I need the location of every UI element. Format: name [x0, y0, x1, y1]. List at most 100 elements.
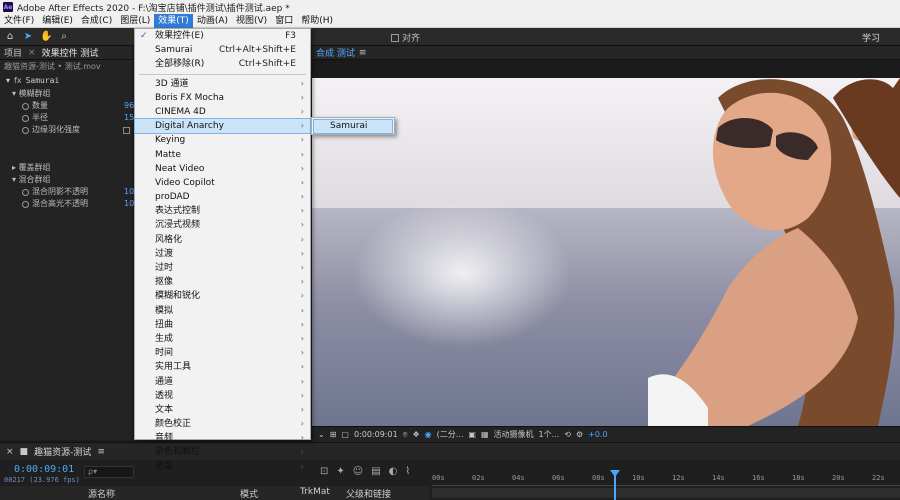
color-channel-icon[interactable]: ◉ [425, 430, 432, 439]
col-trkmat[interactable]: TrkMat [300, 487, 330, 497]
menu-category-item[interactable]: 沉浸式视频 › [135, 218, 310, 232]
composition-viewer[interactable] [312, 78, 900, 426]
home-icon[interactable]: ⌂ [4, 31, 16, 43]
menu-category-item[interactable]: Video Copilot › [135, 176, 310, 190]
param-row[interactable]: 半径 15 [0, 112, 134, 124]
param-value[interactable]: 15 [124, 112, 134, 124]
fast-preview-icon[interactable]: ▣ [468, 430, 476, 439]
param-value[interactable]: 10 [124, 186, 134, 198]
submenu-item-samurai[interactable]: Samurai [313, 119, 393, 134]
menu-item-effect-controls[interactable]: ✓ 效果控件(E) F3 [135, 29, 310, 43]
param-checkbox[interactable] [123, 126, 130, 134]
menu-category-item[interactable]: CINEMA 4D › [135, 105, 310, 119]
show-snapshot-icon[interactable]: ❖ [413, 430, 420, 439]
hand-tool-icon[interactable]: ✋ [40, 31, 52, 43]
menu-category-item[interactable]: 杂色和颗粒 › [135, 445, 310, 459]
menu-category-item[interactable]: Boris FX Mocha › [135, 91, 310, 105]
effect-row-samurai[interactable]: ▾ fx Samurai [0, 74, 132, 88]
graph-editor-icon[interactable]: ⌇ [405, 466, 410, 477]
learn-workspace[interactable]: 学习 [862, 31, 880, 44]
menu-file[interactable]: 文件(F) [0, 14, 38, 28]
menu-category-item[interactable]: 实用工具 › [135, 360, 310, 374]
menu-category-item[interactable]: Digital Anarchy › [134, 118, 311, 135]
param-row[interactable]: 混合阴影不透明 10 [0, 186, 134, 198]
menu-composition[interactable]: 合成(C) [77, 14, 116, 28]
shy-layers-icon[interactable]: ☺ [353, 466, 363, 477]
stopwatch-icon[interactable] [22, 114, 29, 122]
camera-snapshot-icon[interactable]: ⌾ [403, 430, 408, 440]
group-blend[interactable]: ▾ 混合群组 [0, 174, 132, 186]
param-row[interactable]: 边缘羽化强度 [0, 124, 132, 136]
tab-composition[interactable]: 合成 测试 [316, 46, 355, 59]
menu-category-item[interactable]: 通道 › [135, 375, 310, 389]
tab-timeline[interactable]: 趣猫资源-测试 [34, 445, 91, 458]
tab-effect-controls[interactable]: 效果控件 测试 [42, 46, 99, 59]
col-source-name[interactable]: 源名称 [88, 487, 115, 500]
menu-category-item[interactable]: 遮罩 › [135, 460, 310, 474]
menu-item-samurai[interactable]: Samurai Ctrl+Alt+Shift+E [135, 43, 310, 57]
group-blur[interactable]: ▾ 模糊群组 [0, 88, 132, 100]
menu-category-item[interactable]: Keying › [135, 133, 310, 147]
menu-category-item[interactable]: 生成 › [135, 332, 310, 346]
menu-category-item[interactable]: 模拟 › [135, 304, 310, 318]
flowchart-icon[interactable]: ⚙ [576, 430, 583, 439]
work-area-bar[interactable] [432, 488, 900, 498]
snap-toggle[interactable]: 对齐 [391, 31, 420, 44]
col-parent[interactable]: 父级和链接 [346, 487, 391, 500]
current-time-display[interactable]: 0:00:09:01 [354, 430, 398, 439]
menu-layer[interactable]: 图层(L) [116, 14, 154, 28]
menu-category-item[interactable]: 颜色校正 › [135, 417, 310, 431]
menu-category-item[interactable]: 抠像 › [135, 275, 310, 289]
stopwatch-icon[interactable] [22, 126, 29, 134]
close-icon[interactable]: × [6, 447, 14, 457]
toggle-icon[interactable]: ⟲ [564, 430, 571, 439]
stopwatch-icon[interactable] [22, 102, 29, 110]
menu-category-item[interactable]: 过渡 › [135, 247, 310, 261]
exposure-value[interactable]: +0.0 [588, 430, 607, 439]
comp-mini-flowchart-icon[interactable]: ⊡ [320, 466, 328, 477]
time-ruler[interactable]: 00s 02s 04s 06s 08s 10s 12s 14s 16s 18s … [432, 472, 900, 486]
timeline-search-input[interactable]: ρ▾ [84, 466, 134, 478]
menu-effect[interactable]: 效果(T) [154, 13, 193, 28]
menu-edit[interactable]: 编辑(E) [38, 14, 77, 28]
param-row[interactable]: 混合高光不透明 10 [0, 198, 134, 210]
tab-project[interactable]: 项目 [4, 46, 22, 59]
menu-animation[interactable]: 动画(A) [193, 14, 232, 28]
camera-dropdown[interactable]: 活动摄像机 [494, 429, 534, 440]
menu-category-item[interactable]: 表达式控制 › [135, 204, 310, 218]
menu-help[interactable]: 帮助(H) [297, 14, 337, 28]
col-mode[interactable]: 模式 [240, 487, 258, 500]
menu-category-item[interactable]: 扭曲 › [135, 318, 310, 332]
menu-category-item[interactable]: Matte › [135, 148, 310, 162]
param-value[interactable]: 10 [124, 198, 134, 210]
playhead-line[interactable] [614, 472, 616, 500]
panel-menu-icon[interactable]: ≡ [97, 447, 105, 457]
magnification-dropdown[interactable]: ⌄ [318, 430, 325, 439]
param-row[interactable]: 数量 96 [0, 100, 134, 112]
menu-category-item[interactable]: 时间 › [135, 346, 310, 360]
snap-checkbox[interactable] [391, 33, 399, 42]
menu-category-item[interactable]: 风格化 › [135, 233, 310, 247]
stopwatch-icon[interactable] [22, 200, 29, 208]
selection-tool-icon[interactable]: ➤ [22, 31, 34, 43]
region-of-interest-icon[interactable]: ▢ [341, 430, 349, 439]
menu-category-item[interactable]: proDAD › [135, 190, 310, 204]
menu-view[interactable]: 视图(V) [232, 14, 271, 28]
timeline-current-time[interactable]: 0:00:09:01 [14, 464, 74, 475]
chevron-down-icon[interactable]: ▾ [6, 74, 10, 88]
group-overlay[interactable]: ▸ 覆盖群组 [0, 162, 132, 174]
menu-category-item[interactable]: 文本 › [135, 403, 310, 417]
motion-blur-icon[interactable]: ◐ [389, 466, 398, 477]
fx-badge[interactable]: fx [14, 74, 22, 88]
resolution-dropdown[interactable]: (二分... [437, 429, 464, 440]
view-layout-dropdown[interactable]: 1个... [539, 429, 560, 440]
menu-category-item[interactable]: Neat Video › [135, 162, 310, 176]
menu-window[interactable]: 窗口 [271, 14, 297, 28]
stopwatch-icon[interactable] [22, 188, 29, 196]
zoom-tool-icon[interactable]: ⌕ [58, 31, 70, 43]
close-icon[interactable]: × [28, 48, 36, 58]
menu-category-item[interactable]: 过时 › [135, 261, 310, 275]
transparency-grid-icon[interactable]: ▦ [481, 430, 489, 439]
draft-3d-icon[interactable]: ✦ [336, 466, 344, 477]
menu-category-item[interactable]: 音频 › [135, 431, 310, 445]
